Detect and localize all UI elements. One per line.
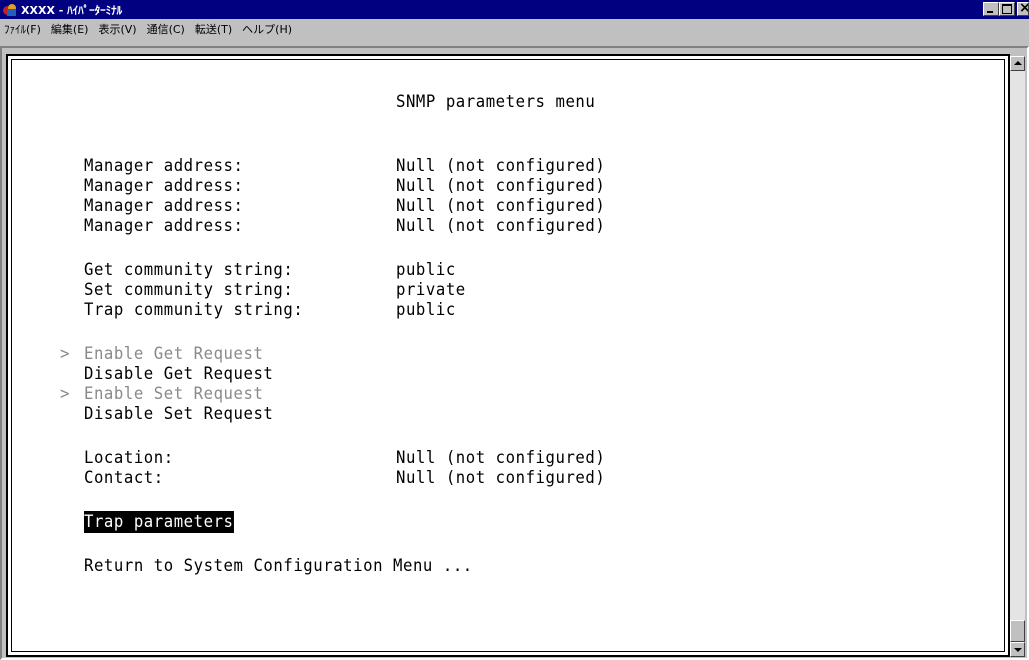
title-bar[interactable]: XXXX - ﾊｲﾊﾟｰﾀｰﾐﾅﾙ (0, 0, 1029, 19)
menu-edit[interactable]: 編集(E) (47, 21, 95, 37)
location-label[interactable]: Location: (84, 447, 174, 469)
disable-get-request[interactable]: Disable Get Request (84, 363, 273, 385)
manager-address-3-label[interactable]: Manager address: (84, 195, 243, 217)
enable-set-request[interactable]: Enable Set Request (84, 383, 263, 405)
menu-bar: ﾌｧｲﾙ(F) 編集(E) 表示(V) 通信(C) 転送(T) ヘルプ(H) (0, 19, 1029, 39)
return-menu-item[interactable]: Return to System Configuration Menu ... (84, 555, 473, 577)
enable-get-marker: > (60, 344, 70, 364)
trap-parameters-item[interactable]: Trap parameters (84, 511, 234, 533)
manager-address-1-label[interactable]: Manager address: (84, 155, 243, 177)
manager-address-2-value: Null (not configured) (396, 176, 606, 196)
manager-address-4-label[interactable]: Manager address: (84, 215, 243, 237)
menu-help[interactable]: ヘルプ(H) (238, 21, 298, 37)
manager-address-3-value: Null (not configured) (396, 196, 606, 216)
disable-set-request[interactable]: Disable Set Request (84, 403, 273, 425)
minimize-button[interactable] (983, 2, 999, 16)
contact-label[interactable]: Contact: (84, 467, 164, 489)
set-community-value: private (396, 280, 466, 300)
get-community-value: public (396, 260, 456, 280)
manager-address-2-label[interactable]: Manager address: (84, 175, 243, 197)
scroll-up-arrow-icon[interactable] (1010, 56, 1025, 71)
trap-community-value: public (396, 300, 456, 320)
hyperterminal-app-icon[interactable] (2, 3, 18, 17)
menu-title: SNMP parameters menu (396, 92, 596, 112)
location-value: Null (not configured) (396, 448, 606, 468)
terminal-frame: SNMP parameters menu Manager address: Nu… (0, 46, 1029, 660)
close-button[interactable] (1017, 2, 1029, 16)
vertical-scrollbar[interactable] (1010, 56, 1025, 657)
menu-call[interactable]: 通信(C) (143, 21, 191, 37)
contact-value: Null (not configured) (396, 468, 606, 488)
window-controls (983, 2, 1029, 16)
maximize-button[interactable] (999, 2, 1015, 16)
scroll-down-arrow-icon[interactable] (1010, 642, 1025, 657)
window-title: XXXX - ﾊｲﾊﾟｰﾀｰﾐﾅﾙ (21, 3, 123, 17)
terminal-screen[interactable]: SNMP parameters menu Manager address: Nu… (6, 54, 1010, 657)
enable-get-request[interactable]: Enable Get Request (84, 343, 263, 365)
get-community-label[interactable]: Get community string: (84, 259, 293, 281)
manager-address-4-value: Null (not configured) (396, 216, 606, 236)
enable-set-marker: > (60, 384, 70, 404)
menu-view[interactable]: 表示(V) (94, 21, 142, 37)
trap-community-label[interactable]: Trap community string: (84, 299, 303, 321)
menu-file[interactable]: ﾌｧｲﾙ(F) (0, 21, 47, 37)
menu-transfer[interactable]: 転送(T) (191, 21, 238, 37)
manager-address-1-value: Null (not configured) (396, 156, 606, 176)
scrollbar-thumb[interactable] (1010, 620, 1025, 642)
set-community-label[interactable]: Set community string: (84, 279, 293, 301)
